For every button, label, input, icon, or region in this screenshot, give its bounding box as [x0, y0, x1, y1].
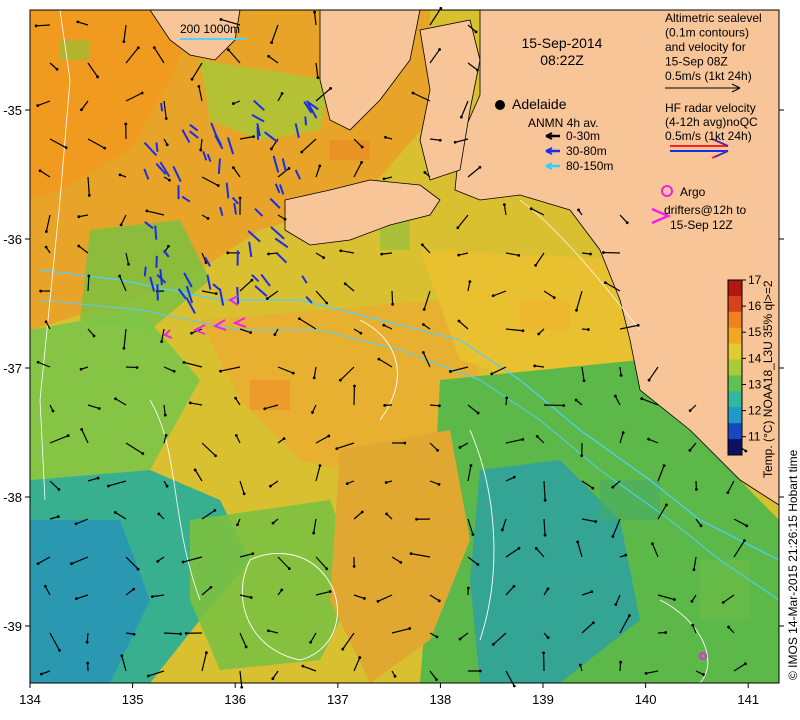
x-tick-label: 139 [532, 692, 554, 707]
map-time: 08:22Z [540, 52, 584, 68]
colorbar-tick: 17 [748, 273, 762, 287]
x-tick-label: 135 [122, 692, 144, 707]
y-tick-label: -35 [3, 103, 22, 118]
legend-argo-line: 15-Sep 12Z [670, 218, 733, 232]
x-tick-label: 137 [327, 692, 349, 707]
adelaide-marker [495, 100, 505, 110]
colorbar-tick: 16 [748, 299, 762, 313]
map-date: 15-Sep-2014 [522, 35, 603, 51]
y-tick-label: -38 [3, 490, 22, 505]
colorbar-tick: 13 [748, 377, 762, 391]
legend-hf-line: (4-12h avg)noQC [665, 115, 758, 129]
legend-altimetry-line: Altimetric sealevel [665, 11, 762, 25]
adelaide-label: Adelaide [512, 96, 567, 112]
x-axis: 134 135 136 137 138 139 140 141 [19, 683, 759, 707]
credit-text: © IMOS 14-Mar-2015 21:26:15 Hobart time [786, 449, 800, 680]
colorbar-tick: 15 [748, 325, 762, 339]
legend-altimetry-line: and velocity for [665, 40, 746, 54]
x-tick-label: 141 [737, 692, 759, 707]
legend-argo-line: drifters@12h to [664, 203, 747, 217]
colorbar-tick: 11 [748, 430, 761, 444]
legend-anmn-title: ANMN 4h av. [528, 116, 598, 130]
y-tick-label: -37 [3, 361, 22, 376]
legend-argo-line: Argo [680, 185, 706, 199]
sst-map: 134 135 136 137 138 139 140 141 -35 -36 -37 -38 -39… [3, 6, 800, 707]
y-tick-label: -36 [3, 232, 22, 247]
x-tick-label: 140 [635, 692, 657, 707]
x-tick-label: 138 [430, 692, 452, 707]
scale-bar-label: 200 1000m [180, 22, 240, 36]
legend-anmn-item: 80-150m [566, 159, 613, 173]
x-tick-label: 134 [19, 692, 41, 707]
legend-altimetry-line: 15-Sep 08Z [665, 55, 728, 69]
y-tick-label: -39 [3, 619, 22, 634]
colorbar-label: Temp. (°C) NOAA18_L3U 35% ql>=2 [761, 280, 775, 478]
colorbar-tick: 12 [748, 404, 762, 418]
legend-altimetry-line: 0.5m/s (1kt 24h) [665, 69, 752, 83]
legend-hf-line: HF radar velocity [665, 101, 756, 115]
legend-altimetry-line: (0.1m contours) [665, 26, 749, 40]
colorbar-tick: 14 [748, 351, 762, 365]
x-tick-label: 136 [224, 692, 246, 707]
legend-hf-line: 0.5m/s (1kt 24h) [665, 129, 752, 143]
legend-anmn-item: 0-30m [566, 129, 600, 143]
legend-anmn-item: 30-80m [566, 144, 607, 158]
